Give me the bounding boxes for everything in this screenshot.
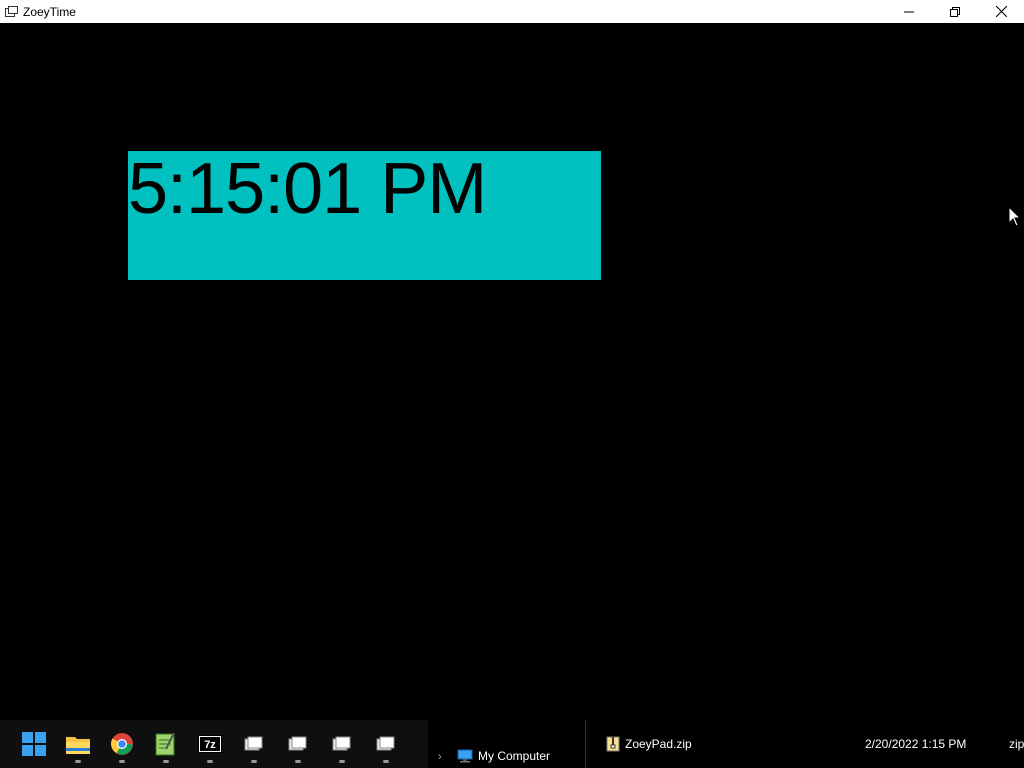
client-area: 5:15:01 PM — [0, 23, 1024, 720]
app-window-icon — [244, 736, 263, 751]
svg-text:7z: 7z — [204, 739, 216, 751]
minimize-button[interactable] — [886, 0, 932, 23]
mouse-cursor-icon — [1008, 205, 1022, 232]
taskbar-7zip[interactable]: 7z — [188, 720, 232, 768]
start-button[interactable] — [12, 720, 56, 768]
taskbar-window-1[interactable] — [232, 720, 276, 768]
restore-icon — [950, 6, 960, 17]
chrome-icon — [111, 733, 133, 755]
title-bar: ZoeyTime — [0, 0, 1024, 23]
running-indicator — [339, 760, 345, 763]
notepad-icon — [155, 732, 175, 756]
file-type: zip — [1009, 737, 1024, 751]
nav-item-my-computer[interactable]: My Computer — [478, 749, 550, 763]
restore-button[interactable] — [932, 0, 978, 23]
running-indicator — [383, 760, 389, 763]
app-window-icon — [288, 736, 307, 751]
window-title: ZoeyTime — [23, 4, 76, 19]
file-name[interactable]: ZoeyPad.zip — [625, 737, 692, 751]
running-indicator — [251, 760, 257, 763]
running-indicator — [295, 760, 301, 763]
taskbar-window-4[interactable] — [364, 720, 408, 768]
running-indicator — [119, 760, 125, 763]
explorer-window-fragment: › My Computer ZoeyPad.zip 2/20/2022 1:15… — [428, 720, 1024, 768]
windows-logo-icon — [22, 732, 46, 756]
chevron-right-icon[interactable]: › — [438, 751, 442, 763]
clock-display: 5:15:01 PM — [128, 151, 601, 280]
clock-app-icon — [5, 6, 18, 17]
window-controls — [886, 0, 1024, 23]
running-indicator — [75, 760, 81, 763]
divider — [585, 720, 586, 768]
taskbar-file-explorer[interactable] — [56, 720, 100, 768]
computer-icon — [457, 749, 473, 768]
close-icon — [995, 6, 1007, 17]
close-button[interactable] — [978, 0, 1024, 23]
7zip-icon: 7z — [198, 735, 222, 753]
clock-time: 5:15:01 PM — [128, 149, 487, 229]
zip-file-icon — [605, 736, 621, 757]
folder-icon — [66, 737, 90, 754]
app-window-icon — [332, 736, 351, 751]
minimize-icon — [904, 11, 914, 12]
taskbar-window-2[interactable] — [276, 720, 320, 768]
taskbar-icons: 7z — [12, 720, 408, 768]
taskbar-chrome[interactable] — [100, 720, 144, 768]
taskbar-notepad[interactable] — [144, 720, 188, 768]
app-window-icon — [376, 736, 395, 751]
running-indicator — [163, 760, 169, 763]
taskbar-window-3[interactable] — [320, 720, 364, 768]
running-indicator — [207, 760, 213, 763]
file-date-modified: 2/20/2022 1:15 PM — [865, 737, 967, 751]
